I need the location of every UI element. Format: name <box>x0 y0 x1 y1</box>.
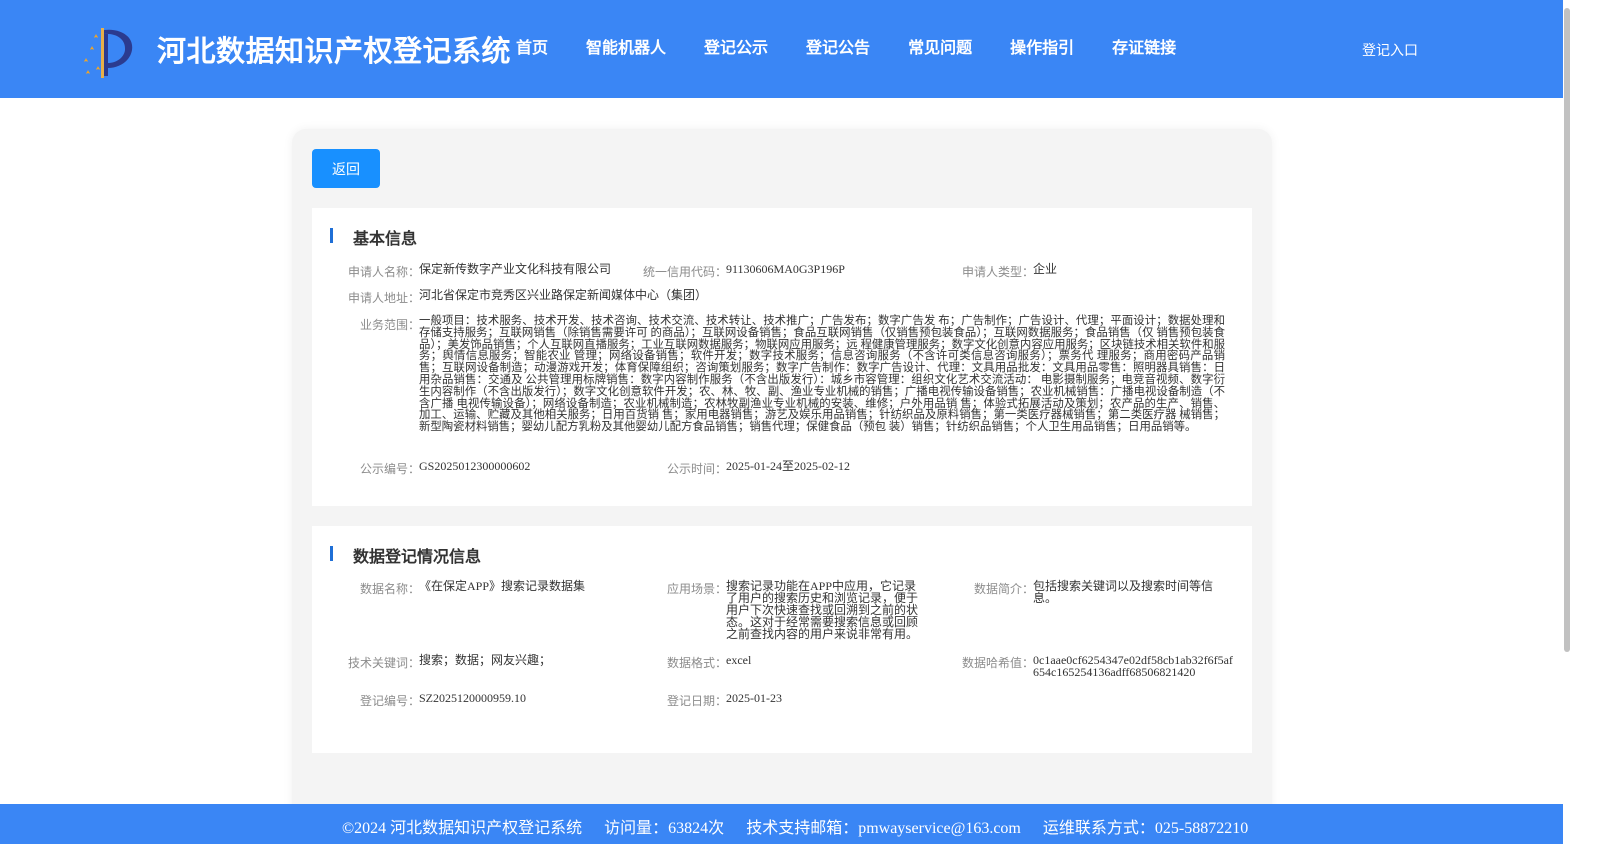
address-value: 河北省保定市竞秀区兴业路保定新闻媒体中心（集团） <box>419 288 708 302</box>
section-title-basic: 基本信息 <box>353 229 418 248</box>
nav-registration-announcement[interactable]: 登记公告 <box>806 34 870 58</box>
hash-value: 0c1aae0cf6254347e02df58cb1ab32f6f5af654c… <box>1033 653 1233 679</box>
reg-date-value: 2025-01-23 <box>726 691 782 705</box>
notice-no-value: GS2025012300000602 <box>419 459 531 473</box>
footer-info: ©2024 河北数据知识产权登记系统 访问量：63824次 技术支持邮箱：pmw… <box>342 814 1266 838</box>
scenario-value: 搜索记录功能在APP中应用，它记录了用户的搜索历史和浏览记录，便于用户下次快速查… <box>726 579 919 641</box>
applicant-name-label: 申请人名称： <box>348 265 421 279</box>
format-value: excel <box>726 653 752 667</box>
basic-info-section: 基本信息 申请人名称： 保定新传数字产业文化科技有限公司 统一信用代码： 911… <box>312 208 1252 506</box>
format-label: 数据格式： <box>667 656 728 670</box>
address-label: 申请人地址： <box>348 291 421 305</box>
applicant-type-label: 申请人类型： <box>962 265 1035 279</box>
summary-value: 包括搜索关键词以及搜索时间等信息。 <box>1033 579 1214 605</box>
footer-support-email: 技术支持邮箱：pmwayservice@163.com <box>746 820 1021 837</box>
applicant-name-value: 保定新传数字产业文化科技有限公司 <box>419 262 612 276</box>
applicant-type-value: 企业 <box>1033 262 1058 276</box>
scope-label: 业务范围： <box>360 318 421 332</box>
scenario-label: 应用场景： <box>667 582 728 596</box>
hash-label: 数据哈希值： <box>962 656 1035 670</box>
nav-home[interactable]: 首页 <box>516 34 548 58</box>
footer-ops-contact: 运维联系方式：025-58872210 <box>1042 820 1249 837</box>
login-entry-link[interactable]: 登记入口 <box>1362 40 1418 60</box>
notice-no-label: 公示编号： <box>360 462 421 476</box>
scope-value: 一般项目：技术服务、技术开发、技术咨询、技术交流、技术转让、技术推广；广告发布；… <box>419 315 1225 434</box>
notice-time-value: 2025-01-24至2025-02-12 <box>726 459 850 473</box>
notice-time-label: 公示时间： <box>667 462 728 476</box>
reg-no-label: 登记编号： <box>360 694 421 708</box>
section-title-data: 数据登记情况信息 <box>353 547 482 566</box>
back-button[interactable]: 返回 <box>312 149 380 188</box>
scrollbar-thumb[interactable] <box>1564 8 1570 652</box>
nav-faq[interactable]: 常见问题 <box>908 34 972 58</box>
section-marker <box>330 228 333 243</box>
data-name-value: 《在保定APP》搜索记录数据集 <box>419 579 586 593</box>
footer-visits: 访问量：63824次 <box>604 820 725 837</box>
data-registration-section: 数据登记情况信息 数据名称： 《在保定APP》搜索记录数据集 应用场景： 搜索记… <box>312 526 1252 753</box>
site-title: 河北数据知识产权登记系统 <box>157 34 512 68</box>
keywords-label: 技术关键词： <box>348 656 421 670</box>
credit-code-value: 91130606MA0G3P196P <box>726 262 845 276</box>
footer-copyright: ©2024 河北数据知识产权登记系统 <box>342 820 583 837</box>
top-header: 河北数据知识产权登记系统 首页 智能机器人 登记公示 登记公告 常见问题 操作指… <box>0 0 1563 98</box>
nav-robot[interactable]: 智能机器人 <box>586 34 666 58</box>
credit-code-label: 统一信用代码： <box>643 265 728 279</box>
reg-no-value: SZ2025120000959.10 <box>419 691 527 705</box>
reg-date-label: 登记日期： <box>667 694 728 708</box>
section-marker <box>330 546 333 561</box>
main-nav: 首页 智能机器人 登记公示 登记公告 常见问题 操作指引 存证链接 <box>510 34 1208 58</box>
footer: ©2024 河北数据知识产权登记系统 访问量：63824次 技术支持邮箱：pmw… <box>0 804 1563 844</box>
data-name-label: 数据名称： <box>360 582 421 596</box>
nav-evidence-link[interactable]: 存证链接 <box>1112 34 1176 58</box>
page: 河北数据知识产权登记系统 首页 智能机器人 登记公示 登记公告 常见问题 操作指… <box>0 0 1600 861</box>
nav-registration-notice[interactable]: 登记公示 <box>704 34 768 58</box>
summary-label: 数据简介： <box>974 582 1035 596</box>
nav-guide[interactable]: 操作指引 <box>1010 34 1074 58</box>
keywords-value: 搜索；数据；网友兴趣； <box>419 653 552 667</box>
system-logo-icon <box>84 28 133 78</box>
